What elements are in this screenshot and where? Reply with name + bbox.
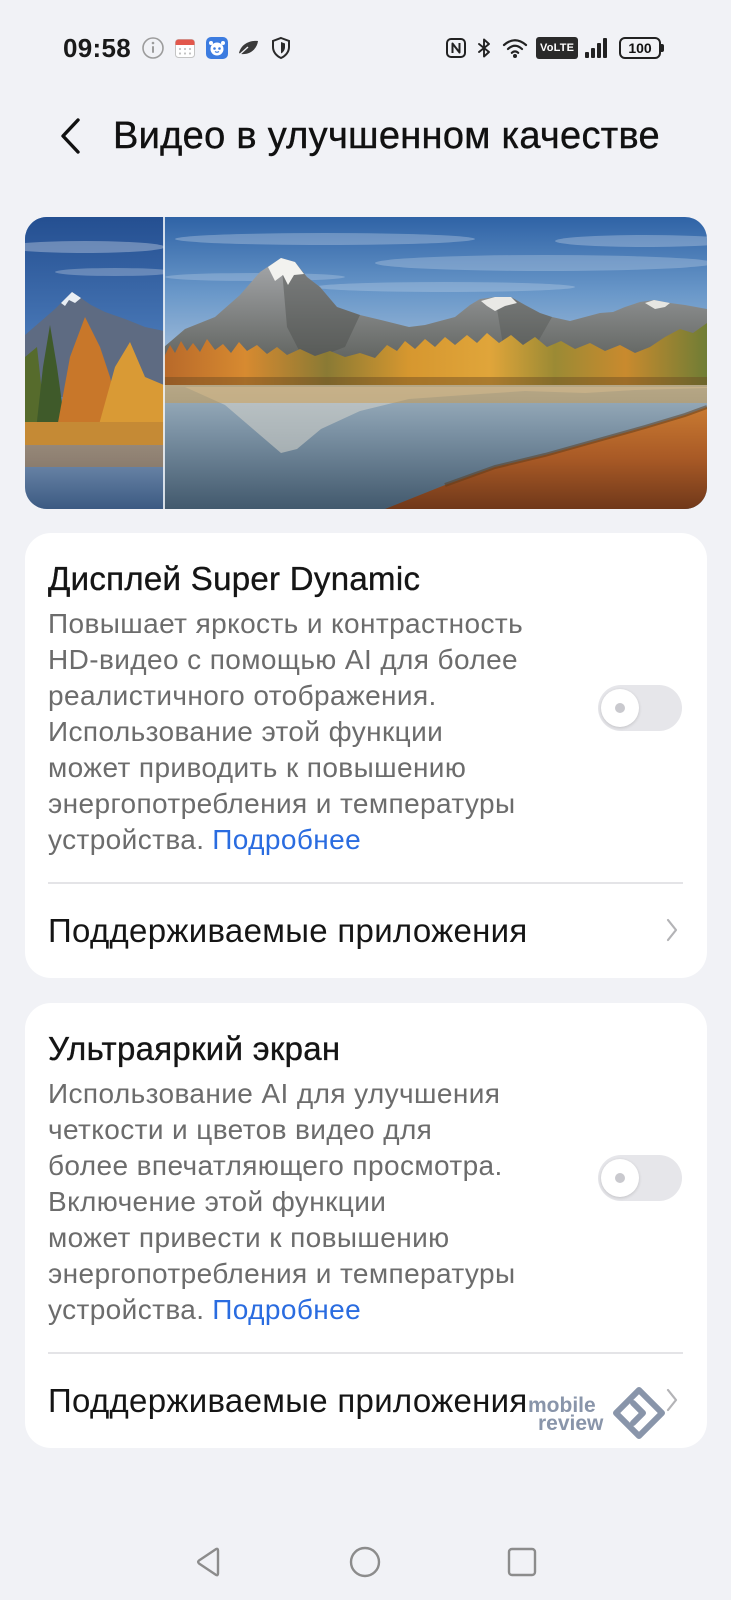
description-line: энергопотребления и температуры (48, 788, 516, 819)
description-last-line: устройства. Подробнее (48, 822, 523, 858)
info-icon (141, 36, 165, 60)
learn-more-link[interactable]: Подробнее (212, 824, 361, 855)
wifi-icon (502, 37, 528, 59)
page-title: Видео в улучшенном качестве (113, 115, 660, 157)
nfc-icon (445, 37, 467, 59)
original-scene (25, 217, 164, 509)
ultra-bright-description: Использование AI для улучшения четкости … (48, 1076, 516, 1328)
back-arrow-icon (61, 118, 80, 154)
description-line: устройства. (48, 1294, 205, 1325)
leaf-icon (236, 36, 260, 60)
super-dynamic-title: Дисплей Super Dynamic (48, 560, 421, 597)
learn-more-link[interactable]: Подробнее (212, 1294, 361, 1325)
description-line: более впечатляющего просмотра. (48, 1150, 503, 1181)
description-line: реалистичного отображения. (48, 680, 437, 711)
description-line: может привести к повышению (48, 1222, 450, 1253)
shield-icon (270, 36, 294, 60)
comparison-landscape-image (25, 217, 707, 509)
battery-level: 100 (619, 37, 661, 59)
toggle-dot (615, 703, 625, 713)
supported-apps-label: Поддерживаемые приложения (48, 1382, 528, 1419)
mobile-review-logo-icon (612, 1386, 666, 1440)
calendar-icon (173, 36, 197, 60)
bluetooth-icon (473, 37, 495, 59)
description-line: четкости и цветов видео для (48, 1114, 433, 1145)
toggle-dot (615, 1173, 625, 1183)
status-bar: 09:58 VoLTE 100 (0, 0, 731, 96)
nav-home-icon[interactable] (349, 1546, 381, 1578)
watermark-text-review: review (538, 1412, 604, 1435)
toggle-knob (601, 689, 639, 727)
chevron-right-icon (666, 1388, 678, 1412)
battery-nub (661, 44, 664, 52)
nav-back-icon[interactable] (193, 1546, 225, 1578)
ultra-bright-toggle[interactable] (598, 1155, 682, 1201)
battery-icon: 100 (619, 37, 664, 59)
ultra-bright-title: Ультраяркий экран (48, 1030, 341, 1067)
super-dynamic-toggle[interactable] (598, 685, 682, 731)
comparison-divider (163, 217, 165, 509)
description-line: HD-видео с помощью AI для более (48, 644, 519, 675)
description-line: Использование этой функции (48, 716, 444, 747)
status-time: 09:58 (63, 33, 131, 63)
description-line: Использование AI для улучшения (48, 1078, 501, 1109)
supported-apps-label: Поддерживаемые приложения (48, 912, 528, 949)
description-line: Повышает яркость и контрастность (48, 608, 524, 639)
signal-icon (583, 37, 611, 59)
description-last-line: устройства. Подробнее (48, 1292, 516, 1328)
toggle-knob (601, 1159, 639, 1197)
super-dynamic-description: Повышает яркость и контрастность HD-виде… (48, 606, 523, 858)
back-button[interactable] (54, 114, 88, 158)
description-line: может приводить к повышению (48, 752, 467, 783)
supported-apps-row[interactable]: Поддерживаемые приложения (25, 884, 707, 978)
assistant-bot-icon (205, 36, 229, 60)
nav-recents-icon[interactable] (506, 1546, 538, 1578)
super-dynamic-card: Дисплей Super Dynamic Повышает яркость и… (25, 533, 707, 978)
supported-apps-row[interactable]: Поддерживаемые приложения (25, 1354, 707, 1448)
description-line: устройства. (48, 824, 205, 855)
preview-image (25, 217, 707, 509)
description-line: энергопотребления и температуры (48, 1258, 516, 1289)
volte-badge: VoLTE (536, 37, 579, 59)
chevron-right-icon (666, 918, 678, 942)
ultra-bright-card: Ультраяркий экран Использование AI для у… (25, 1003, 707, 1448)
description-line: Включение этой функции (48, 1186, 387, 1217)
